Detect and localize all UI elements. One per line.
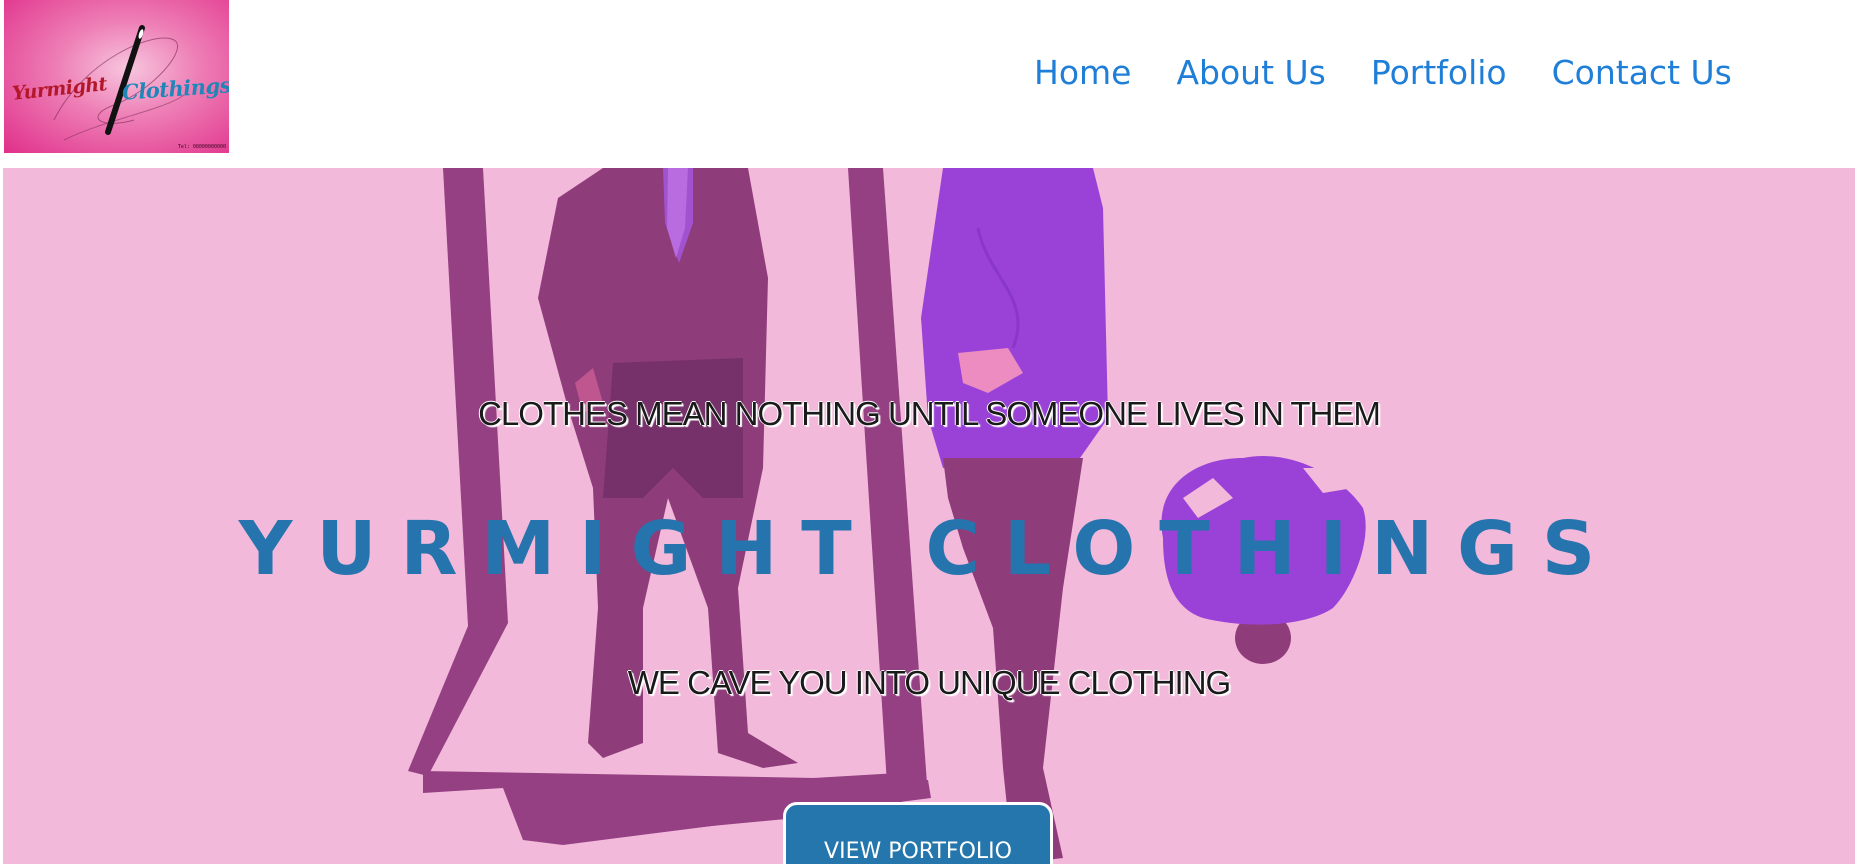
nav-contact-link[interactable]: Contact Us: [1552, 50, 1732, 96]
hero-tagline-bottom: WE CAVE YOU INTO UNIQUE CLOTHING: [627, 664, 1231, 701]
hero-banner: CLOTHES MEAN NOTHING UNTIL SOMEONE LIVES…: [3, 168, 1855, 864]
view-portfolio-button[interactable]: VIEW PORTFOLIO: [783, 802, 1053, 864]
site-header: Yurmight Clothings Tel: 08000000000 Home…: [0, 0, 1859, 168]
main-nav: Home About Us Portfolio Contact Us: [1034, 50, 1777, 96]
nav-portfolio-link[interactable]: Portfolio: [1371, 50, 1507, 96]
logo-phone: Tel: 08000000000: [177, 144, 226, 150]
hero-title: YURMIGHT CLOTHINGS: [238, 506, 1620, 592]
hero-tagline-top: CLOTHES MEAN NOTHING UNTIL SOMEONE LIVES…: [478, 395, 1381, 432]
nav-about-link[interactable]: About Us: [1176, 50, 1325, 96]
brand-logo[interactable]: Yurmight Clothings Tel: 08000000000: [4, 0, 229, 153]
nav-home-link[interactable]: Home: [1034, 50, 1131, 96]
